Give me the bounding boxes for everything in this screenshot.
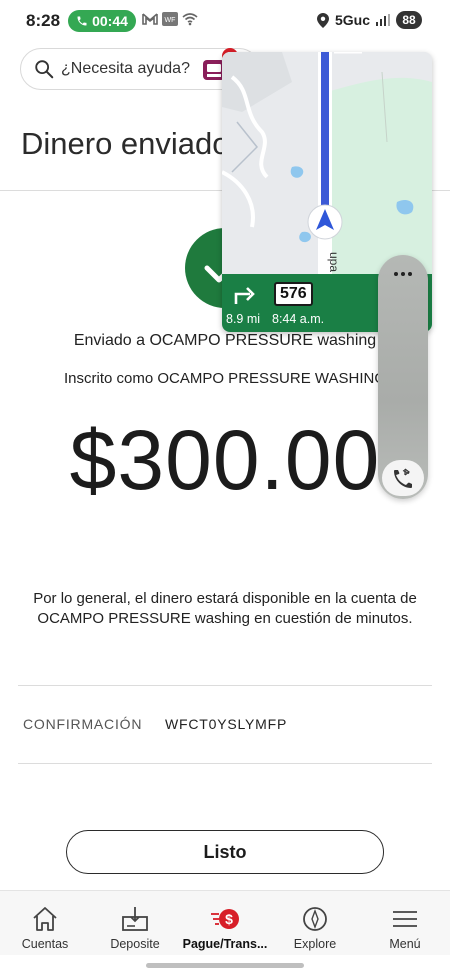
status-right: 5Guc 88 <box>316 11 422 29</box>
home-indicator[interactable] <box>146 963 304 968</box>
svg-text:$: $ <box>225 911 233 927</box>
search-placeholder: ¿Necesita ayuda? <box>61 60 190 77</box>
deposit-icon <box>122 907 148 931</box>
done-button[interactable]: Listo <box>66 830 384 874</box>
svg-text:upa: upa <box>327 252 341 272</box>
nav-label: Cuentas <box>21 937 69 951</box>
call-timer: 00:44 <box>92 13 128 29</box>
home-icon <box>33 907 57 931</box>
wf-app-icon: WF <box>162 12 178 26</box>
route-eta: 8:44 a.m. <box>272 312 325 326</box>
map-view: upa <box>222 52 432 274</box>
network-type: 5Guc <box>334 12 370 28</box>
nav-label: Pague/Trans... <box>182 937 268 951</box>
notification-icons: WF <box>142 12 198 26</box>
nav-label: Menú <box>389 937 421 951</box>
confirmation-label: CONFIRMACIÓN <box>23 716 143 732</box>
divider <box>18 763 432 764</box>
nav-item-pay-transfer[interactable]: $ Pague/Trans... <box>180 891 270 956</box>
bottom-nav: Cuentas Deposite $ Pague/Trans... Explor… <box>0 890 450 955</box>
svg-text:WF: WF <box>165 17 176 24</box>
divider <box>18 685 432 686</box>
signal-icon <box>376 14 390 26</box>
nav-item-accounts[interactable]: Cuentas <box>0 891 90 956</box>
phone-icon <box>77 16 87 26</box>
nav-label: Explore <box>293 937 337 951</box>
status-time: 8:28 <box>26 11 61 30</box>
nav-item-menu[interactable]: Menú <box>360 891 450 956</box>
gmail-icon <box>142 13 158 25</box>
pay-transfer-icon: $ <box>211 909 239 929</box>
battery-indicator: 88 <box>396 11 422 29</box>
search-icon <box>35 60 54 79</box>
confirmation-code: WFCT0YSLYMFP <box>165 716 288 732</box>
availability-note: Por lo general, el dinero estará disponi… <box>33 590 417 627</box>
menu-icon <box>393 911 417 927</box>
floating-side-panel[interactable] <box>378 255 428 499</box>
wifi-icon <box>182 13 198 26</box>
call-indicator[interactable]: 00:44 <box>68 10 136 32</box>
nav-item-explore[interactable]: Explore <box>270 891 360 956</box>
location-icon <box>316 12 329 28</box>
compass-icon <box>303 907 327 931</box>
status-bar: 8:28 00:44 WF 5Guc 88 <box>0 0 450 42</box>
turn-right-icon <box>234 287 255 304</box>
bluetooth-call-button[interactable] <box>382 460 424 496</box>
nav-item-deposit[interactable]: Deposite <box>90 891 180 956</box>
page-title: Dinero enviado <box>21 126 230 161</box>
bluetooth-phone-icon <box>394 468 412 488</box>
route-distance: 8.9 mi <box>226 312 261 326</box>
route-shield: 576 <box>274 282 313 306</box>
nav-label: Deposite <box>110 937 160 951</box>
more-options-icon[interactable] <box>392 271 414 277</box>
